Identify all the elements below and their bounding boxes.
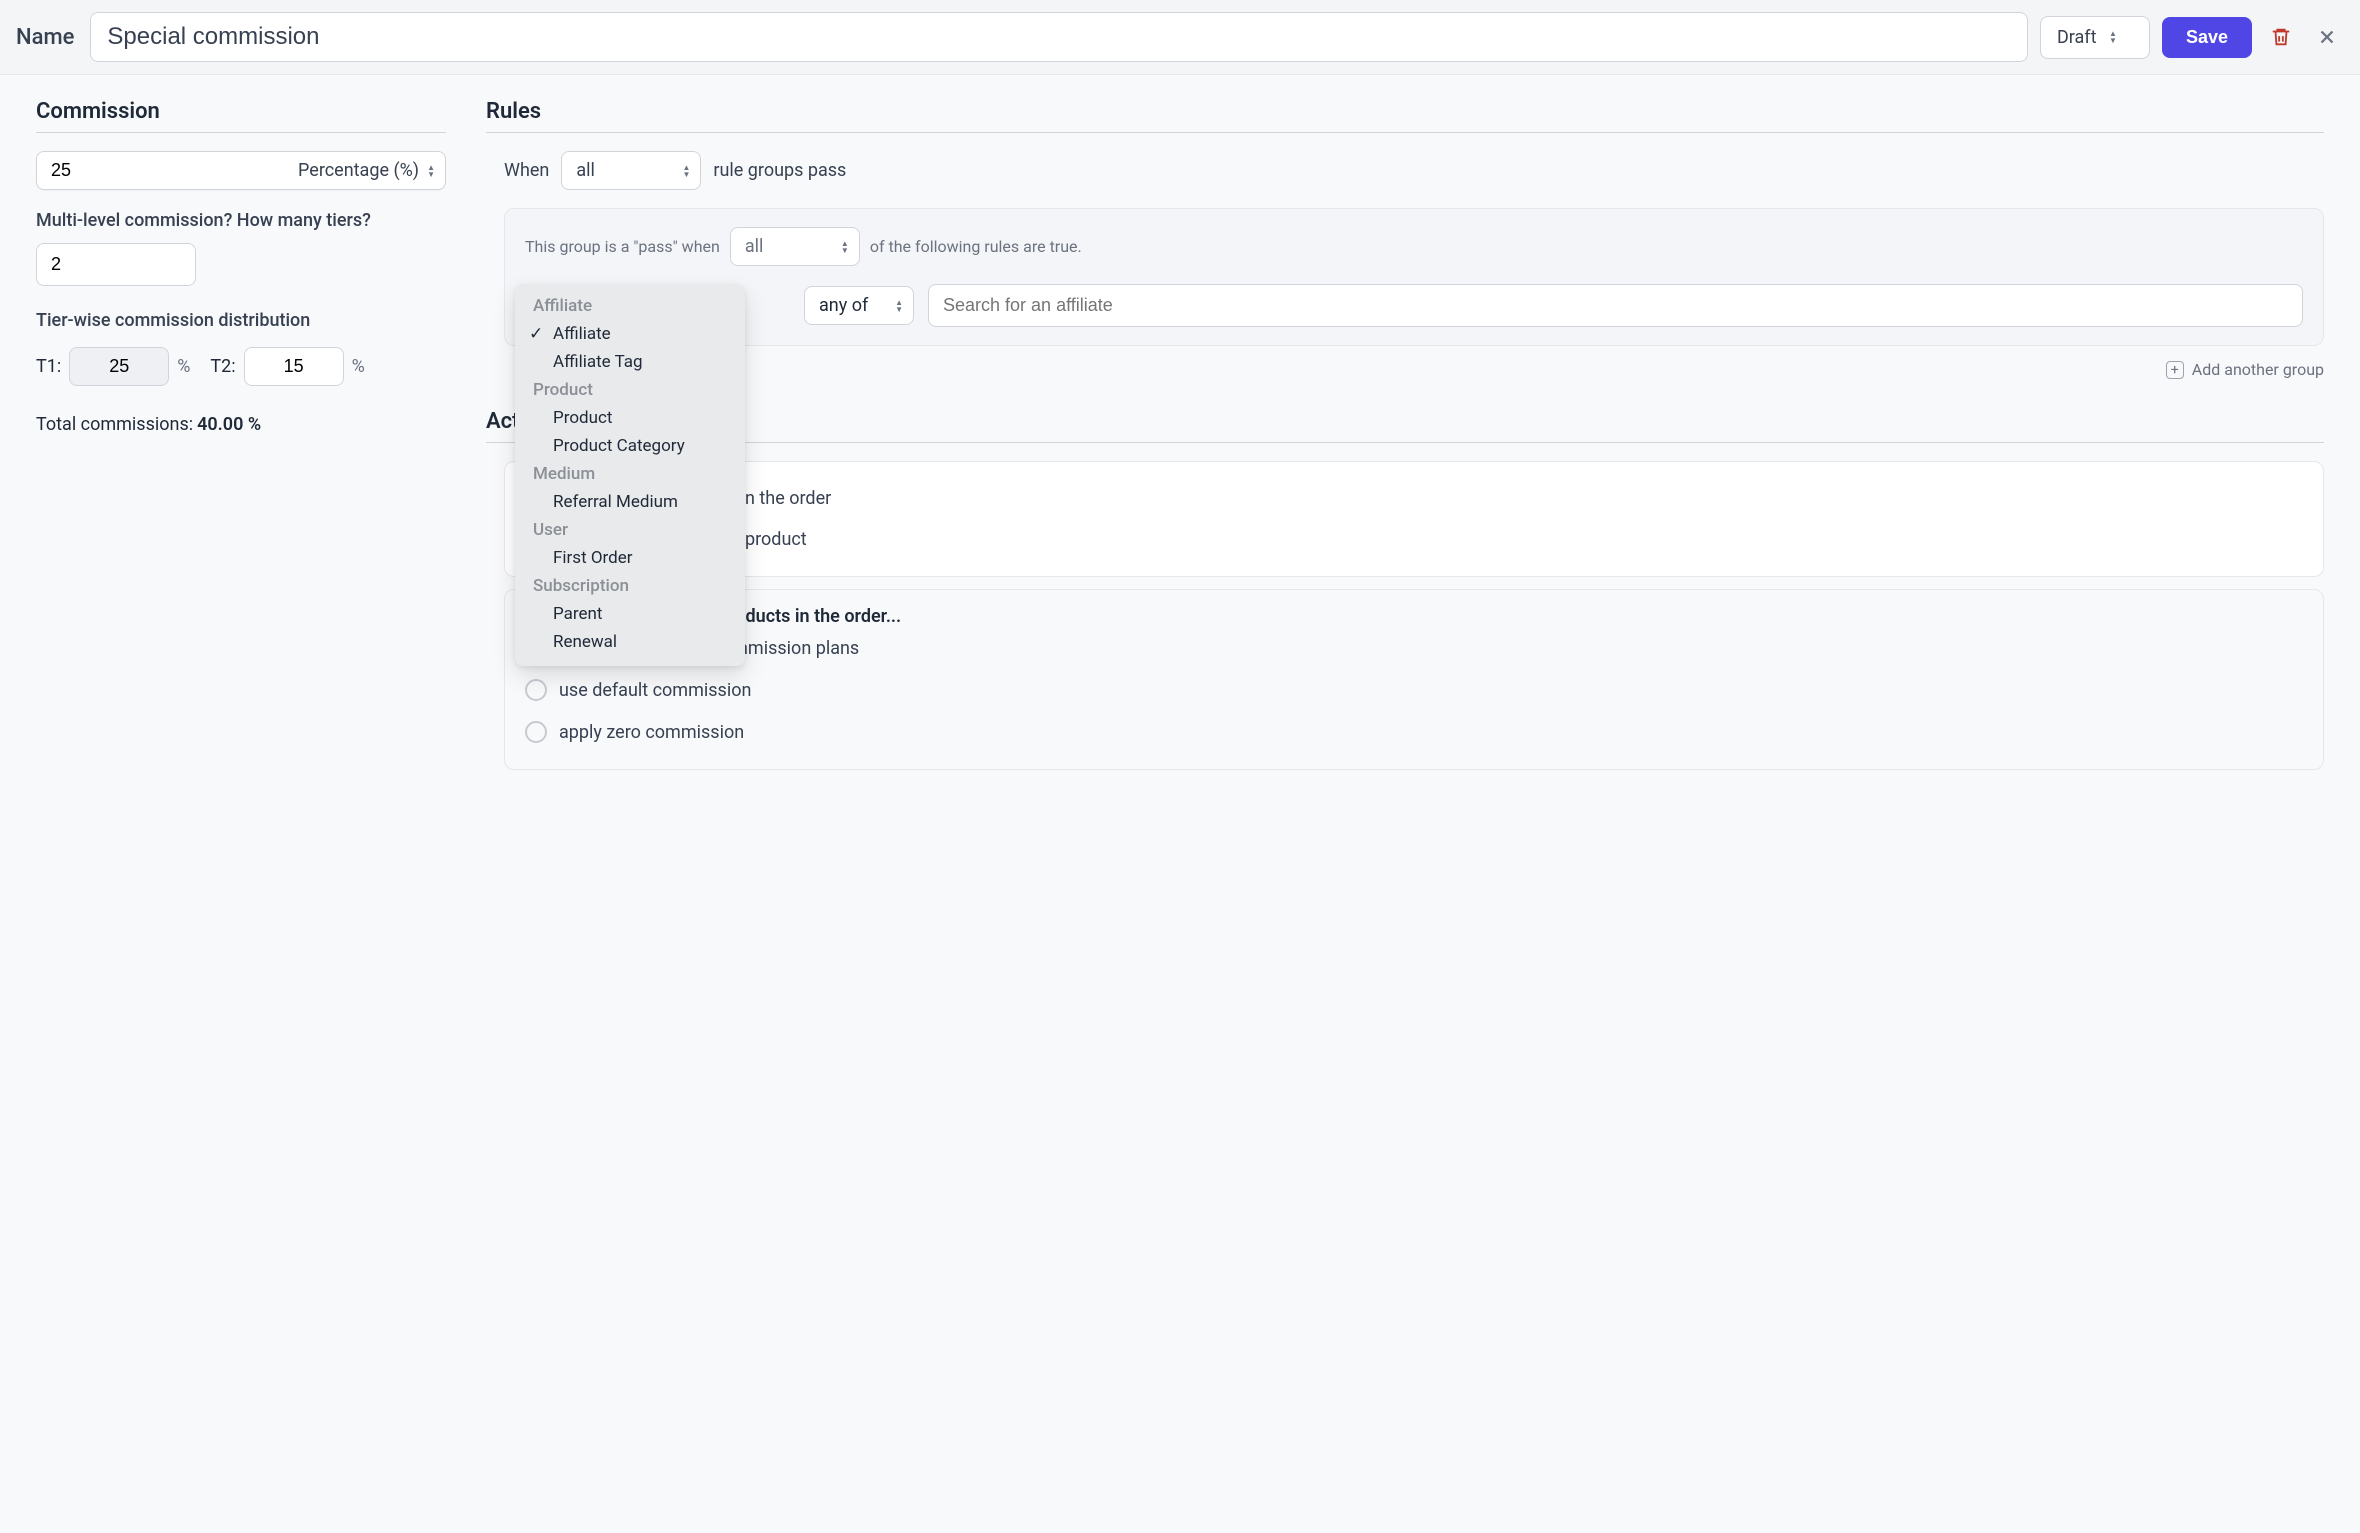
- delete-button[interactable]: [2264, 20, 2298, 54]
- group-suffix: of the following rules are true.: [870, 237, 1082, 256]
- updown-icon: ▲▼: [841, 240, 849, 254]
- dropdown-group-label: Affiliate: [515, 292, 745, 320]
- total-value: 40.00 %: [197, 414, 261, 435]
- dropdown-item[interactable]: Product Category: [515, 432, 745, 460]
- action-option[interactable]: use default commission: [525, 669, 2303, 711]
- updown-icon: ▲▼: [2109, 30, 2117, 44]
- actions-title: Actions: [486, 409, 2324, 443]
- status-value: Draft: [2057, 27, 2097, 48]
- rule-group-card: This group is a "pass" when all ▲▼ of th…: [504, 208, 2324, 346]
- close-button[interactable]: [2310, 20, 2344, 54]
- when-prefix: When: [504, 160, 549, 181]
- name-input[interactable]: [90, 12, 2028, 62]
- t1-label: T1:: [36, 356, 61, 377]
- remaining-prefix: And then, for remaining products in the …: [525, 606, 2303, 627]
- radio-icon: [525, 679, 547, 701]
- tiers-count-input[interactable]: [36, 243, 196, 286]
- dropdown-item[interactable]: Parent: [515, 600, 745, 628]
- tiers-question-label: Multi-level commission? How many tiers?: [36, 210, 446, 231]
- group-prefix: This group is a "pass" when: [525, 237, 720, 256]
- t1-input[interactable]: [69, 347, 169, 386]
- remaining-products-card: And then, for remaining products in the …: [504, 589, 2324, 770]
- plus-icon: +: [2166, 361, 2184, 379]
- dropdown-group-label: Product: [515, 376, 745, 404]
- group-scope-value: all: [745, 236, 764, 257]
- status-select[interactable]: Draft ▲▼: [2040, 16, 2150, 59]
- rule-match-value: any of: [819, 295, 868, 316]
- action-line-1: n the order: [745, 488, 831, 509]
- action-option-label: apply zero commission: [559, 722, 744, 743]
- updown-icon: ▲▼: [682, 164, 690, 178]
- save-button[interactable]: Save: [2162, 17, 2252, 58]
- dropdown-item[interactable]: Renewal: [515, 628, 745, 656]
- group-scope-select[interactable]: all ▲▼: [730, 227, 860, 266]
- add-group-label: Add another group: [2192, 360, 2324, 379]
- commission-title: Commission: [36, 99, 446, 133]
- when-suffix: rule groups pass: [713, 160, 846, 181]
- radio-icon: [525, 721, 547, 743]
- dropdown-item[interactable]: First Order: [515, 544, 745, 572]
- commission-input-row[interactable]: Percentage (%) ▲▼: [36, 151, 446, 190]
- updown-icon: ▲▼: [895, 299, 903, 313]
- rule-attribute-dropdown[interactable]: AffiliateAffiliateAffiliate TagProductPr…: [515, 284, 745, 666]
- trash-icon: [2270, 26, 2292, 48]
- dropdown-group-label: Medium: [515, 460, 745, 488]
- commission-type-label: Percentage (%): [298, 160, 419, 181]
- action-option[interactable]: continue matching commission plans: [525, 627, 2303, 669]
- distribution-label: Tier-wise commission distribution: [36, 310, 446, 331]
- pct-suffix: %: [352, 356, 365, 377]
- dropdown-item[interactable]: Affiliate Tag: [515, 348, 745, 376]
- rule-match-select[interactable]: any of ▲▼: [804, 286, 914, 325]
- t2-input[interactable]: [244, 347, 344, 386]
- total-prefix: Total commissions:: [36, 414, 193, 435]
- dropdown-group-label: User: [515, 516, 745, 544]
- updown-icon: ▲▼: [427, 164, 435, 178]
- dropdown-item[interactable]: Referral Medium: [515, 488, 745, 516]
- dropdown-item[interactable]: Affiliate: [515, 320, 745, 348]
- action-option-label: use default commission: [559, 680, 751, 701]
- action-option[interactable]: apply zero commission: [525, 711, 2303, 753]
- rules-title: Rules: [486, 99, 2324, 133]
- affiliate-search-input[interactable]: [928, 284, 2303, 327]
- commission-type-select[interactable]: Percentage (%) ▲▼: [298, 160, 435, 181]
- t2-label: T2:: [210, 356, 235, 377]
- close-icon: [2316, 26, 2338, 48]
- dropdown-group-label: Subscription: [515, 572, 745, 600]
- action-line-2: product: [745, 529, 807, 550]
- dropdown-item[interactable]: Product: [515, 404, 745, 432]
- pct-suffix: %: [177, 356, 190, 377]
- add-group-button[interactable]: + Add another group: [486, 360, 2324, 379]
- when-scope-select[interactable]: all ▲▼: [561, 151, 701, 190]
- name-label: Name: [16, 25, 74, 50]
- commission-value-input[interactable]: [51, 160, 111, 181]
- when-scope-value: all: [576, 160, 595, 181]
- actions-card-1: n the order product: [504, 461, 2324, 577]
